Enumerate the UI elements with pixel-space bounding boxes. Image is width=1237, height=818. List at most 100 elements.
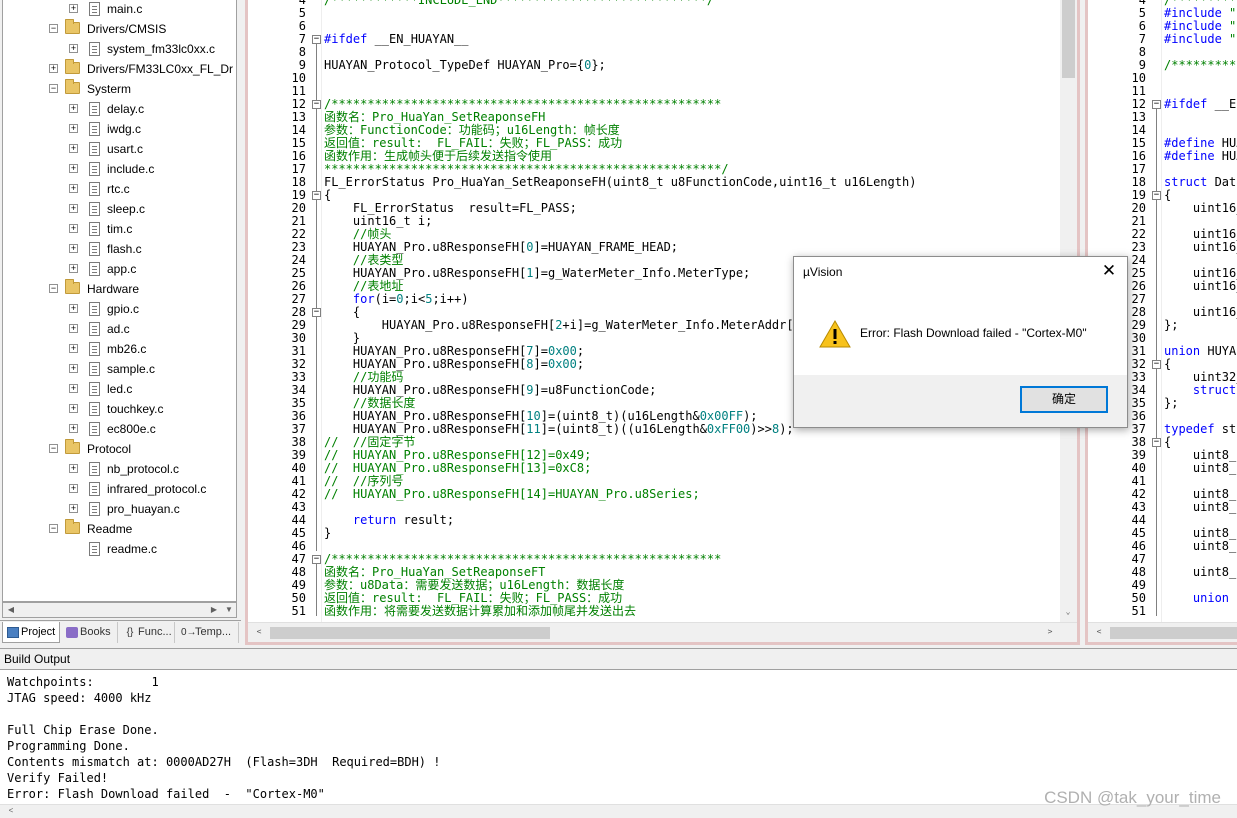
fold-toggle-icon[interactable]: − bbox=[312, 308, 321, 317]
code-line[interactable]: union HUYAN bbox=[1164, 345, 1237, 358]
tree-file[interactable]: + flash.c bbox=[3, 239, 236, 259]
expand-icon[interactable]: + bbox=[69, 504, 78, 513]
expand-icon[interactable]: + bbox=[69, 4, 78, 13]
collapse-icon[interactable]: − bbox=[49, 444, 58, 453]
expand-icon[interactable]: + bbox=[69, 324, 78, 333]
tree-file[interactable]: + main.c bbox=[3, 0, 236, 19]
tree-file[interactable]: + pro_huayan.c bbox=[3, 499, 236, 519]
editor-horizontal-scroll-thumb[interactable] bbox=[270, 627, 550, 639]
tree-file[interactable]: + mb26.c bbox=[3, 339, 236, 359]
code-line[interactable]: FL_ErrorStatus Pro_HuaYan_SetReaponseFH(… bbox=[324, 176, 916, 189]
fold-toggle-icon[interactable]: − bbox=[312, 35, 321, 44]
expand-icon[interactable]: + bbox=[69, 144, 78, 153]
expand-icon[interactable]: + bbox=[69, 304, 78, 313]
code-line[interactable]: union H bbox=[1164, 592, 1237, 605]
code-line[interactable]: uint8_t bbox=[1164, 462, 1237, 475]
tree-folder[interactable]: − Protocol bbox=[3, 439, 236, 459]
expand-icon[interactable]: + bbox=[69, 384, 78, 393]
code-line[interactable]: #define HUAY bbox=[1164, 150, 1237, 163]
expand-icon[interactable]: + bbox=[69, 484, 78, 493]
collapse-icon[interactable]: − bbox=[49, 524, 58, 533]
editor-horizontal-scroll-thumb[interactable] bbox=[1110, 627, 1237, 639]
fold-toggle-icon[interactable]: − bbox=[312, 100, 321, 109]
tab-temp[interactable]: 0→Temp... bbox=[177, 622, 239, 643]
tree-file[interactable]: + infrared_protocol.c bbox=[3, 479, 236, 499]
code-line[interactable]: uint16_t bbox=[1164, 202, 1237, 215]
code-line[interactable]: // HUAYAN_Pro.u8ResponseFH[14]=HUAYAN_Pr… bbox=[324, 488, 700, 501]
expand-icon[interactable]: + bbox=[69, 204, 78, 213]
scroll-down-arrow-icon[interactable]: ▼ bbox=[224, 605, 234, 615]
fold-toggle-icon[interactable]: − bbox=[1152, 191, 1161, 200]
tree-file[interactable]: + include.c bbox=[3, 159, 236, 179]
collapse-icon[interactable]: − bbox=[49, 284, 58, 293]
editor-horizontal-scrollbar[interactable]: < > bbox=[248, 622, 1077, 642]
expand-icon[interactable]: + bbox=[69, 224, 78, 233]
scroll-left-arrow-icon[interactable]: < bbox=[254, 627, 264, 637]
expand-icon[interactable]: + bbox=[69, 464, 78, 473]
code-line[interactable]: uint8_t bbox=[1164, 566, 1237, 579]
tree-file[interactable]: readme.c bbox=[3, 539, 236, 559]
code-line[interactable]: uint8_t bbox=[1164, 540, 1237, 553]
code-line[interactable]: uint16_t bbox=[1164, 280, 1237, 293]
expand-icon[interactable]: + bbox=[69, 184, 78, 193]
code-line[interactable]: } bbox=[324, 527, 331, 540]
code-line[interactable]: /************INCLUDE_END****************… bbox=[324, 0, 714, 7]
fold-toggle-icon[interactable]: − bbox=[312, 191, 321, 200]
scroll-down-arrow-icon[interactable]: ⌄ bbox=[1063, 607, 1073, 617]
tree-file[interactable]: + sleep.c bbox=[3, 199, 236, 219]
expand-icon[interactable]: + bbox=[69, 244, 78, 253]
tree-file[interactable]: + tim.c bbox=[3, 219, 236, 239]
tree-file[interactable]: + app.c bbox=[3, 259, 236, 279]
tree-folder[interactable]: − Hardware bbox=[3, 279, 236, 299]
code-area[interactable]: /**********#include "fi#include "us#incl… bbox=[1164, 0, 1237, 622]
scroll-left-arrow-icon[interactable]: ◀ bbox=[6, 605, 16, 615]
fold-toggle-icon[interactable]: − bbox=[1152, 360, 1161, 369]
tree-file[interactable]: + led.c bbox=[3, 379, 236, 399]
scroll-right-arrow-icon[interactable]: ▶ bbox=[209, 605, 219, 615]
expand-icon[interactable]: + bbox=[69, 164, 78, 173]
tree-folder[interactable]: − Readme bbox=[3, 519, 236, 539]
tree-file[interactable]: + system_fm33lc0xx.c bbox=[3, 39, 236, 59]
build-output-text[interactable]: Watchpoints: 1 JTAG speed: 4000 kHz Full … bbox=[7, 674, 440, 802]
code-line[interactable]: }; bbox=[1164, 397, 1178, 410]
tab-project[interactable]: Project bbox=[2, 622, 60, 643]
code-line[interactable]: HUAYAN_Pro.u8ResponseFH[2+i]=g_WaterMete… bbox=[324, 319, 830, 332]
tree-file[interactable]: + gpio.c bbox=[3, 299, 236, 319]
collapse-icon[interactable]: − bbox=[49, 84, 58, 93]
tab-books[interactable]: Books bbox=[62, 622, 118, 643]
scroll-right-arrow-icon[interactable]: > bbox=[1045, 627, 1055, 637]
collapse-icon[interactable]: − bbox=[49, 24, 58, 33]
code-line[interactable]: #include "ap bbox=[1164, 33, 1237, 46]
expand-icon[interactable]: + bbox=[69, 404, 78, 413]
project-horizontal-scrollbar[interactable]: ◀ ▶ ▼ bbox=[2, 602, 237, 618]
tree-file[interactable]: + rtc.c bbox=[3, 179, 236, 199]
expand-icon[interactable]: + bbox=[69, 364, 78, 373]
code-line[interactable]: 函数作用：将需要发送数据计算累加和添加帧尾并发送出去 bbox=[324, 605, 636, 618]
fold-toggle-icon[interactable]: − bbox=[1152, 438, 1161, 447]
code-line[interactable]: /********** bbox=[1164, 59, 1237, 72]
tree-folder[interactable]: − Systerm bbox=[3, 79, 236, 99]
code-line[interactable]: return result; bbox=[324, 514, 454, 527]
code-line[interactable]: uint16_t bbox=[1164, 241, 1237, 254]
tree-file[interactable]: + touchkey.c bbox=[3, 399, 236, 419]
tree-file[interactable]: + sample.c bbox=[3, 359, 236, 379]
code-line[interactable]: HUAYAN_Protocol_TypeDef HUAYAN_Pro={0}; bbox=[324, 59, 606, 72]
expand-icon[interactable]: + bbox=[69, 344, 78, 353]
editor-horizontal-scrollbar[interactable]: < bbox=[1088, 622, 1237, 642]
expand-icon[interactable]: + bbox=[69, 44, 78, 53]
tree-folder[interactable]: − Drivers/CMSIS bbox=[3, 19, 236, 39]
tab-func[interactable]: {} Func... bbox=[120, 622, 175, 643]
code-line[interactable]: struct Data bbox=[1164, 176, 1237, 189]
expand-icon[interactable]: + bbox=[69, 104, 78, 113]
expand-icon[interactable]: + bbox=[69, 424, 78, 433]
close-icon[interactable]: ✕ bbox=[1100, 262, 1118, 280]
tree-folder[interactable]: + Drivers/FM33LC0xx_FL_Dr bbox=[3, 59, 236, 79]
tree-file[interactable]: + iwdg.c bbox=[3, 119, 236, 139]
code-line[interactable]: uint8_t bbox=[1164, 501, 1237, 514]
code-line[interactable]: }; bbox=[1164, 319, 1178, 332]
tree-file[interactable]: + ad.c bbox=[3, 319, 236, 339]
tree-file[interactable]: + nb_protocol.c bbox=[3, 459, 236, 479]
fold-toggle-icon[interactable]: − bbox=[1152, 100, 1161, 109]
fold-toggle-icon[interactable]: − bbox=[312, 555, 321, 564]
expand-icon[interactable]: + bbox=[69, 264, 78, 273]
